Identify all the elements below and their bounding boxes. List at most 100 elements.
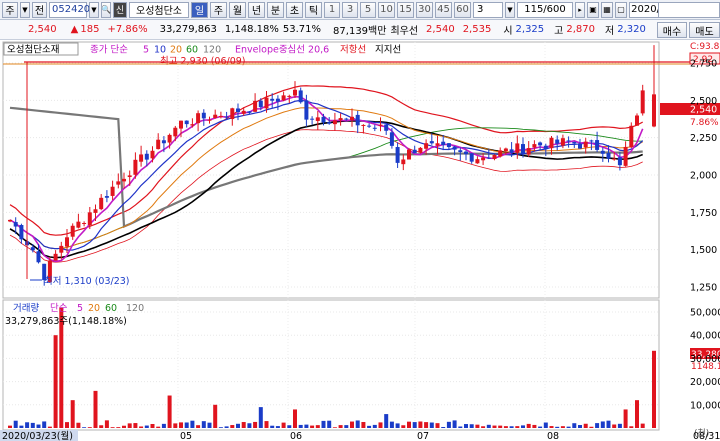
volume-bar — [201, 421, 206, 428]
price-change: 185 — [80, 24, 100, 35]
month-label: 07 — [417, 431, 429, 441]
volume-bar — [452, 420, 457, 428]
volume-bar — [401, 425, 406, 428]
volume-bar — [25, 422, 30, 428]
sell-button[interactable]: 매도 — [689, 22, 720, 38]
volume-bar — [498, 425, 503, 428]
candle-body — [617, 157, 622, 166]
volume-bar — [258, 407, 263, 428]
volume-bar — [13, 420, 18, 428]
volume-tick: 10,000 — [690, 400, 720, 411]
period-second-tab[interactable]: 초 — [286, 1, 303, 18]
volume-bar — [36, 424, 41, 428]
count-field[interactable]: 115/600 — [517, 1, 573, 18]
candle-body — [589, 140, 594, 142]
minute-60-button[interactable]: 60 — [454, 1, 471, 18]
candle-body — [578, 143, 582, 149]
high-label: 고 — [554, 26, 564, 37]
candle-body — [13, 222, 18, 227]
volume-bar — [464, 424, 468, 428]
volume-bar — [99, 425, 104, 428]
volume-bar — [481, 426, 486, 428]
volume-bar — [338, 425, 343, 428]
code-label[interactable]: 전 — [32, 1, 47, 18]
candle-body — [492, 154, 497, 159]
volume-bar — [412, 422, 417, 428]
price-tick: 2,000 — [690, 171, 717, 182]
chevron-right-icon[interactable]: ▸ — [575, 1, 585, 18]
volume-bar — [441, 427, 446, 428]
end-date: 08/31 — [693, 431, 720, 441]
legend-ma5: 5 — [143, 45, 149, 56]
search-icon[interactable]: 🔍 — [101, 1, 111, 18]
volume-bar — [635, 400, 639, 428]
volume-bar — [606, 420, 611, 428]
volume-bar — [407, 421, 411, 428]
checkbox-icon[interactable]: ▣ — [587, 1, 599, 18]
month-label: 06 — [290, 431, 302, 441]
volume-bar — [224, 426, 229, 428]
volume-bar — [47, 426, 52, 428]
volume-bar — [350, 421, 354, 428]
candle-body — [144, 153, 149, 160]
volume-bar — [538, 426, 543, 428]
minute-15-button[interactable]: 15 — [397, 1, 414, 18]
period-minute-tab[interactable]: 분 — [267, 1, 284, 18]
grid-icon[interactable]: ▦ — [601, 1, 613, 18]
minute-45-button[interactable]: 45 — [435, 1, 452, 18]
volume-bar — [264, 421, 269, 428]
candle-body — [595, 140, 600, 150]
volume-bar — [429, 422, 434, 428]
chevron-down-icon[interactable]: ▼ — [89, 1, 99, 18]
market-select[interactable]: 주 — [2, 1, 18, 18]
candle-body — [566, 140, 571, 142]
candle-body — [452, 146, 457, 150]
minute-5-button[interactable]: 5 — [360, 1, 376, 18]
period-month-tab[interactable]: 월 — [229, 1, 246, 18]
candle-body — [543, 145, 548, 150]
volume-bar — [475, 424, 480, 428]
start-date: 2020/03/23(월) — [2, 430, 73, 441]
minute-10-button[interactable]: 10 — [378, 1, 395, 18]
interval-select[interactable]: 3 — [473, 1, 503, 18]
period-day-tab[interactable]: 일 — [191, 1, 208, 18]
vol-legend-ma: 단순 — [50, 303, 68, 314]
candle-body — [247, 111, 252, 113]
candle-body — [173, 127, 178, 137]
box-icon[interactable]: ▢ — [615, 1, 627, 18]
stock-code-input[interactable]: 052420 — [49, 1, 90, 18]
chevron-down-icon[interactable]: ▼ — [505, 1, 515, 18]
candle-body — [99, 197, 104, 210]
high-price: 2,870 — [566, 24, 596, 35]
buy-button[interactable]: 매수 — [657, 22, 687, 38]
chevron-down-icon[interactable]: ▼ — [20, 1, 30, 18]
period-tick-tab[interactable]: 틱 — [305, 1, 322, 18]
volume-bar — [298, 424, 303, 428]
candle-body — [167, 134, 172, 143]
period-week-tab[interactable]: 주 — [210, 1, 227, 18]
legend-resistance: 저항선 — [340, 45, 366, 56]
period-year-tab[interactable]: 년 — [248, 1, 265, 18]
volume-tick: 30,000 — [690, 354, 720, 365]
candle-body — [424, 143, 429, 149]
volume-bar — [213, 404, 218, 428]
minute-30-button[interactable]: 30 — [416, 1, 433, 18]
candle-body — [401, 159, 406, 165]
volume-bar — [70, 400, 75, 428]
volume-bar — [515, 426, 520, 428]
trade-amount: 87,139백만 — [333, 26, 387, 37]
minute-3-button[interactable]: 3 — [342, 1, 358, 18]
chart-area[interactable]: 오성첨단소재 종가 단순 5 10 20 60 120 Envelope중심선 … — [0, 41, 720, 441]
candle-body — [498, 150, 503, 157]
volume-bar — [384, 414, 389, 428]
date-display[interactable] — [658, 2, 720, 18]
candle-body — [412, 149, 417, 154]
volume-bar — [617, 423, 622, 428]
volume-bar — [629, 426, 634, 428]
minute-1-button[interactable]: 1 — [324, 1, 340, 18]
stock-chart[interactable]: 오성첨단소재 종가 단순 5 10 20 60 120 Envelope중심선 … — [0, 41, 720, 441]
volume-bar — [389, 421, 394, 428]
volume-bar — [127, 423, 132, 428]
candle-body — [70, 225, 75, 237]
candle-body — [332, 120, 337, 125]
